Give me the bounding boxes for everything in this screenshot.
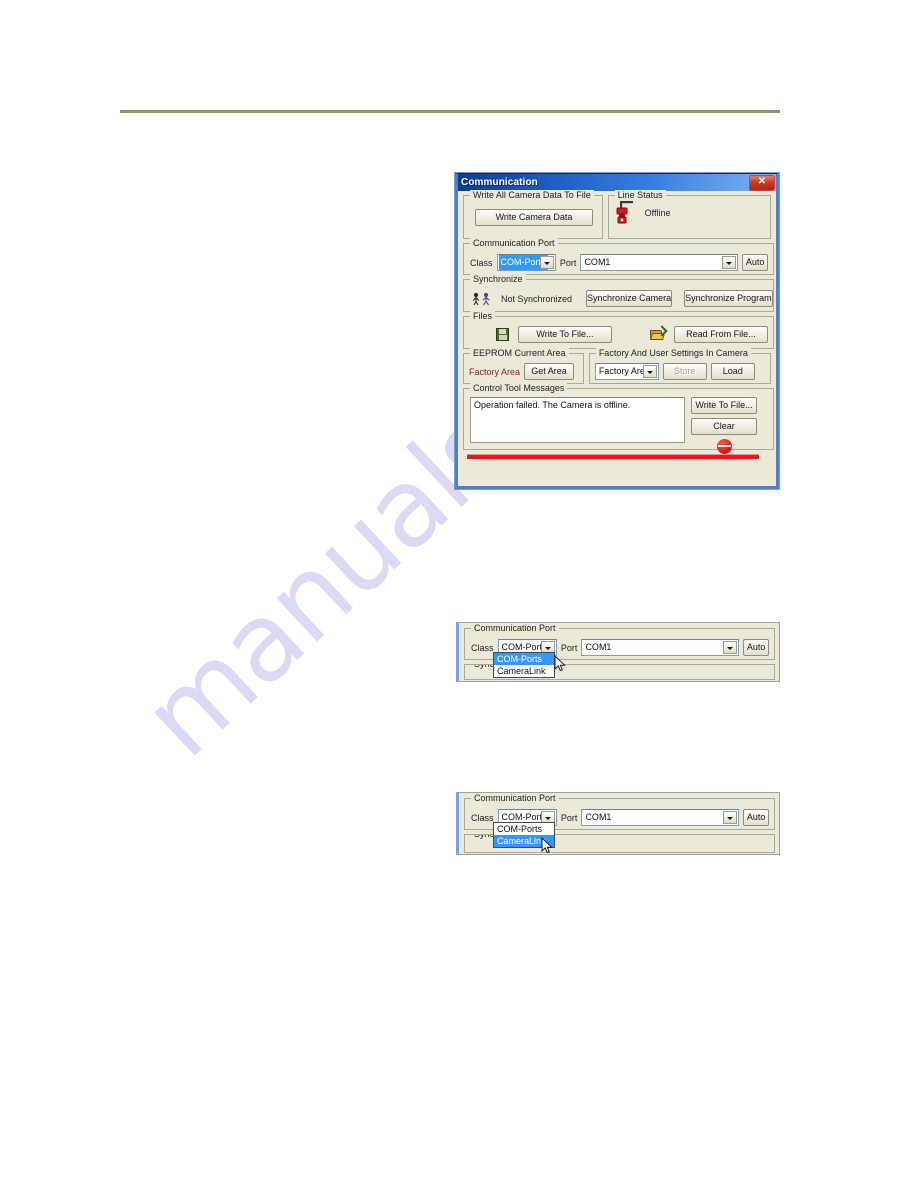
port-combo-value: COM1 <box>584 257 611 267</box>
floppy-disk-icon <box>496 328 509 341</box>
panel2-port-combo-value: COM1 <box>585 642 612 652</box>
auto-button[interactable]: Auto <box>742 254 768 271</box>
panel3-group-title: Communication Port <box>471 793 559 803</box>
close-icon[interactable]: ✕ <box>749 175 775 191</box>
communication-port-panel-cameralink: Communication Port Class COM-Ports Port … <box>456 792 780 855</box>
messages-write-to-file-button[interactable]: Write To File... <box>691 397 757 414</box>
panel2-port-label: Port <box>560 642 578 653</box>
progress-bar <box>467 454 759 459</box>
synchronize-program-button[interactable]: Synchronize Program <box>684 290 773 307</box>
disconnected-plug-icon <box>615 200 637 226</box>
group-inner-files: Write To File... Read From File... <box>464 317 773 343</box>
panel3-class-combo-value: COM-Ports <box>501 812 547 822</box>
page-header-rule <box>120 110 780 113</box>
panel2-group-title: Communication Port <box>471 623 559 633</box>
chevron-down-icon[interactable] <box>539 256 554 269</box>
group-line-status: Line Status Offline <box>607 190 771 239</box>
dialog-body: Write All Camera Data To File Write Came… <box>458 190 776 459</box>
group-title-eeprom: EEPROM Current Area <box>470 348 569 358</box>
load-button[interactable]: Load <box>710 363 755 380</box>
panel2-body: Communication Port Class COM-Ports Port … <box>459 623 779 680</box>
chevron-down-icon[interactable] <box>642 365 657 378</box>
group-files: Files Write To File... Read From File... <box>463 311 774 349</box>
panel2-class-dropdown-list[interactable]: COM-Ports CameraLink <box>493 652 555 678</box>
panel3-port-combo[interactable]: COM1 <box>581 809 740 826</box>
panel3-class-label: Class <box>471 812 494 823</box>
eeprom-area-value: Factory Area <box>469 366 521 377</box>
factory-area-combo[interactable]: Factory Area <box>594 363 659 380</box>
chevron-down-icon[interactable] <box>722 256 737 269</box>
group-title-write-all: Write All Camera Data To File <box>470 190 594 200</box>
panel2-auto-button[interactable]: Auto <box>743 639 769 656</box>
communication-port-panel-comports: Communication Port Class COM-Ports Port … <box>456 622 780 682</box>
group-title-communication-port: Communication Port <box>470 238 558 248</box>
port-label: Port <box>559 257 577 268</box>
dialog-titlebar[interactable]: Communication ✕ <box>458 174 776 191</box>
class-combo[interactable]: COM-Ports <box>496 254 556 271</box>
panel2-class-label: Class <box>471 642 494 653</box>
synchronize-status: Not Synchronized <box>501 293 573 304</box>
group-inner-write-all: Write Camera Data <box>464 196 602 231</box>
get-area-button[interactable]: Get Area <box>524 363 575 380</box>
store-button: Store <box>662 363 707 380</box>
group-inner-communication-port: Class COM-Ports Port COM1 Auto <box>464 244 773 271</box>
communication-dialog: Communication ✕ Write All Camera Data To… <box>455 173 779 489</box>
panel2-dropdown-option-cameralink[interactable]: CameraLink <box>494 665 554 677</box>
panel3-body: Communication Port Class COM-Ports Port … <box>459 793 779 854</box>
panel3-port-combo-value: COM1 <box>585 812 612 822</box>
synchronize-camera-button[interactable]: Synchronize Camera <box>586 290 673 307</box>
chevron-down-icon[interactable] <box>723 811 738 824</box>
group-inner-messages: Operation failed. The Camera is offline.… <box>464 389 773 454</box>
messages-actions: Write To File... Clear <box>691 397 757 454</box>
port-combo[interactable]: COM1 <box>580 254 739 271</box>
class-label: Class <box>470 257 493 268</box>
messages-clear-button[interactable]: Clear <box>691 418 757 435</box>
group-title-messages: Control Tool Messages <box>470 383 568 393</box>
messages-textarea[interactable]: Operation failed. The Camera is offline. <box>470 397 685 443</box>
panel3-port-label: Port <box>560 812 578 823</box>
stop-sign-icon[interactable] <box>716 439 732 454</box>
write-to-file-button[interactable]: Write To File... <box>517 326 613 343</box>
group-title-files: Files <box>470 311 496 321</box>
panel2-class-combo-value: COM-Ports <box>501 642 547 652</box>
messages-text: Operation failed. The Camera is offline. <box>474 400 631 410</box>
group-synchronize: Synchronize Not Synchronized Synchronize… <box>463 274 774 312</box>
group-title-factory-user: Factory And User Settings In Camera <box>595 348 751 358</box>
panel2-port-combo[interactable]: COM1 <box>581 639 740 656</box>
group-inner-line-status: Offline <box>609 196 770 231</box>
panel3-class-dropdown-list[interactable]: COM-Ports CameraLink <box>493 822 555 848</box>
top-row: Write All Camera Data To File Write Came… <box>463 190 771 243</box>
group-factory-user-settings: Factory And User Settings In Camera Fact… <box>588 348 771 384</box>
group-title-synchronize: Synchronize <box>470 274 526 284</box>
chevron-down-icon[interactable] <box>723 641 738 654</box>
group-inner-synchronize: Not Synchronized Synchronize Camera Sync… <box>464 280 773 307</box>
read-from-file-button[interactable]: Read From File... <box>673 326 768 343</box>
group-write-all-camera-data: Write All Camera Data To File Write Came… <box>463 190 603 239</box>
two-people-icon <box>471 292 495 306</box>
panel2-dropdown-option-comports[interactable]: COM-Ports <box>494 653 554 665</box>
open-folder-icon <box>650 324 668 341</box>
panel3-auto-button[interactable]: Auto <box>743 809 769 826</box>
write-camera-data-button[interactable]: Write Camera Data <box>475 209 593 226</box>
group-control-tool-messages: Control Tool Messages Operation failed. … <box>463 383 774 454</box>
group-communication-port: Communication Port Class COM-Ports Port … <box>463 238 774 275</box>
panel3-dropdown-option-cameralink[interactable]: CameraLink <box>494 835 554 847</box>
panel3-dropdown-option-comports[interactable]: COM-Ports <box>494 823 554 835</box>
dialog-title: Communication <box>461 177 538 188</box>
group-title-line-status: Line Status <box>614 190 666 200</box>
group-eeprom-current-area: EEPROM Current Area Factory Area Get Are… <box>463 348 584 384</box>
line-status-value: Offline <box>644 208 671 218</box>
